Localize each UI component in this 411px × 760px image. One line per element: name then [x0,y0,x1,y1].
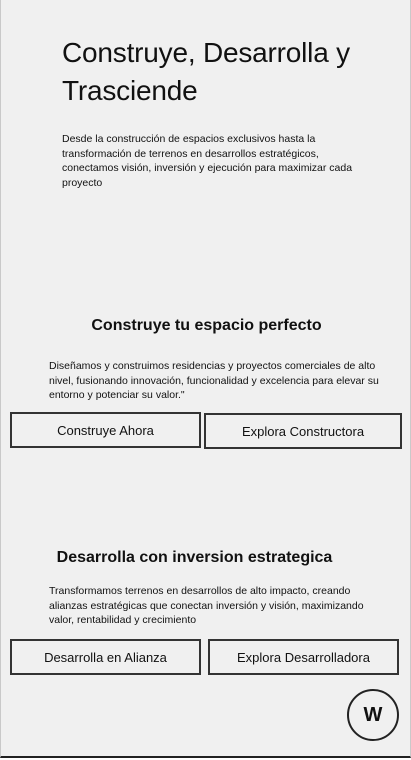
desarrolla-section-title: Desarrolla con inversion estrategica [56,549,333,566]
desarrolla-en-alianza-button[interactable]: Desarrolla en Alianza [10,639,201,675]
w-logo-button[interactable]: W [347,689,399,741]
construye-ahora-button[interactable]: Construye Ahora [10,412,201,448]
page-frame: Construye, Desarrolla y Trasciende Desde… [0,0,411,758]
construye-section-title: Construye tu espacio perfecto [91,317,322,334]
explora-constructora-button[interactable]: Explora Constructora [204,413,402,449]
construye-section-description: Diseñamos y construimos residencias y pr… [49,360,379,401]
explora-desarrolladora-button[interactable]: Explora Desarrolladora [208,639,399,675]
hero-description: Desde la construcción de espacios exclus… [62,133,353,189]
hero-title: Construye, Desarrolla y Trasciende [62,37,350,106]
desarrolla-section-description: Transformamos terrenos en desarrollos de… [49,585,364,626]
